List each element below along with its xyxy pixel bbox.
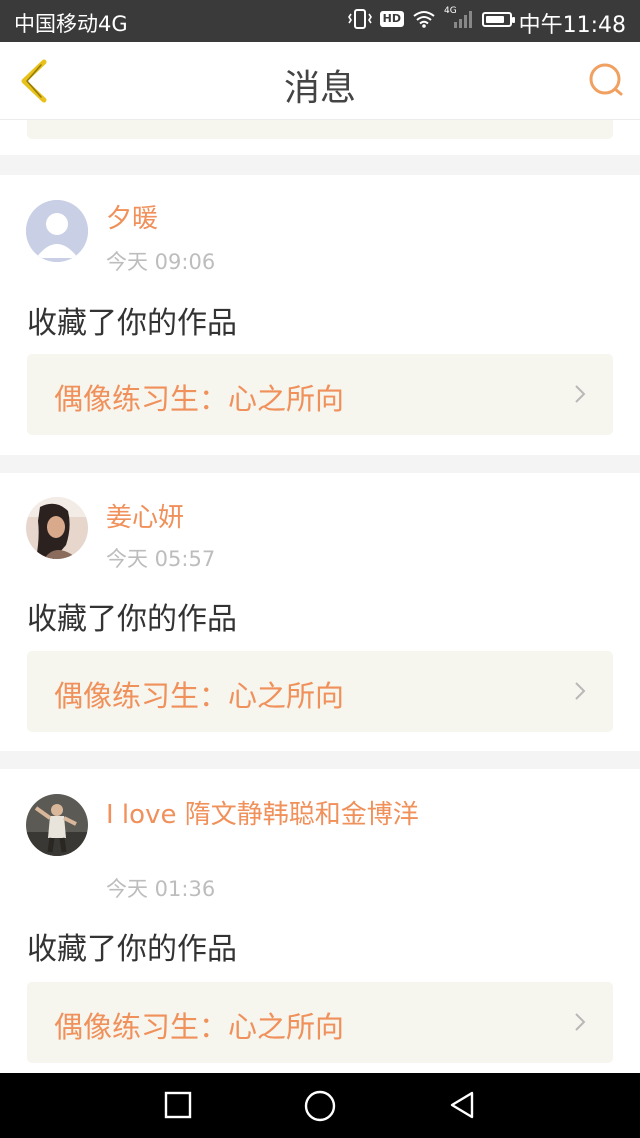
work-title: 偶像练习生：心之所向 bbox=[54, 1010, 345, 1044]
circle-icon bbox=[304, 1090, 336, 1122]
system-back-button[interactable] bbox=[446, 1089, 478, 1121]
chevron-right-icon bbox=[575, 682, 586, 700]
search-button[interactable] bbox=[586, 60, 626, 100]
username[interactable]: 夕暖 bbox=[106, 202, 426, 236]
work-link[interactable]: 偶像练习生：心之所向 bbox=[27, 354, 613, 435]
vibrate-icon bbox=[347, 9, 372, 29]
message-card-partial bbox=[0, 120, 640, 155]
battery-icon bbox=[482, 11, 515, 27]
timestamp: 今天 01:36 bbox=[106, 877, 216, 901]
status-bar: 中国移动4G HD 4G 中午11:48 bbox=[0, 0, 640, 42]
username[interactable]: I love 隋文静韩聪和金博洋 bbox=[106, 798, 426, 832]
user-photo-icon bbox=[26, 794, 88, 856]
battery-fill bbox=[486, 15, 505, 23]
square-icon bbox=[164, 1091, 192, 1119]
action-text: 收藏了你的作品 bbox=[27, 602, 237, 637]
hd-icon: HD bbox=[379, 11, 404, 27]
system-nav-bar bbox=[0, 1073, 640, 1138]
action-text: 收藏了你的作品 bbox=[27, 306, 237, 341]
work-title: 偶像练习生：心之所向 bbox=[54, 382, 345, 416]
username[interactable]: 姜心妍 bbox=[106, 501, 426, 535]
chevron-right-icon bbox=[575, 1013, 586, 1031]
chevron-right-icon bbox=[575, 385, 586, 403]
recents-button[interactable] bbox=[162, 1089, 194, 1121]
wifi-icon bbox=[413, 11, 435, 28]
clock: 中午11:48 bbox=[518, 13, 626, 38]
avatar[interactable] bbox=[26, 497, 88, 559]
search-icon bbox=[589, 63, 623, 96]
work-title: 偶像练习生：心之所向 bbox=[54, 679, 345, 713]
carrier-label: 中国移动4G bbox=[14, 12, 128, 36]
timestamp: 今天 05:57 bbox=[106, 547, 216, 571]
status-icons: HD 4G bbox=[347, 6, 515, 29]
message-card: 夕暖 今天 09:06 收藏了你的作品 偶像练习生：心之所向 bbox=[0, 175, 640, 455]
timestamp: 今天 09:06 bbox=[106, 250, 216, 274]
message-card: 姜心妍 今天 05:57 收藏了你的作品 偶像练习生：心之所向 bbox=[0, 473, 640, 751]
signal-icon: 4G bbox=[444, 6, 474, 29]
message-card: I love 隋文静韩聪和金博洋 今天 01:36 收藏了你的作品 偶像练习生：… bbox=[0, 769, 640, 1073]
action-text: 收藏了你的作品 bbox=[27, 932, 237, 967]
triangle-back-icon bbox=[450, 1091, 474, 1119]
work-link[interactable]: 偶像练习生：心之所向 bbox=[27, 651, 613, 732]
page-title: 消息 bbox=[283, 68, 356, 109]
message-list[interactable]: 夕暖 今天 09:06 收藏了你的作品 偶像练习生：心之所向 姜心妍 今天 05… bbox=[0, 120, 640, 1073]
default-avatar-icon bbox=[26, 200, 88, 262]
header: 消息 bbox=[0, 42, 640, 120]
home-button[interactable] bbox=[303, 1089, 337, 1123]
user-photo-icon bbox=[26, 497, 88, 559]
avatar[interactable] bbox=[26, 200, 88, 262]
avatar[interactable] bbox=[26, 794, 88, 856]
work-link[interactable]: 偶像练习生：心之所向 bbox=[27, 982, 613, 1063]
work-link-partial[interactable] bbox=[27, 120, 613, 139]
